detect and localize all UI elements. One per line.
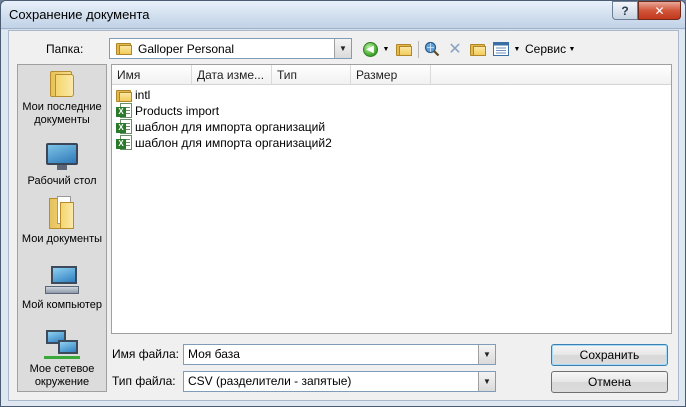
title-bar[interactable]: Сохранение документа ? ✕ (1, 1, 685, 29)
folder-icon (116, 42, 132, 55)
up-folder-button[interactable] (394, 39, 414, 59)
my-documents-icon (48, 196, 76, 230)
filename-label: Имя файла: (112, 347, 179, 361)
folder-combobox[interactable]: Galloper Personal ▼ (109, 38, 352, 59)
dialog-body: Папка: Galloper Personal ▼ ◀ ▼ ✕ ▼ Серви… (8, 30, 679, 401)
close-icon: ✕ (654, 3, 665, 18)
place-my-computer[interactable]: Мой компьютер (18, 266, 106, 312)
list-item-name: Products import (135, 104, 220, 118)
filetype-select[interactable]: CSV (разделители - запятые) ▼ (183, 371, 496, 392)
help-icon: ? (621, 3, 629, 18)
back-arrow-icon: ◀ (362, 41, 378, 57)
excel-file-icon: X (116, 103, 132, 119)
list-item-name: шаблон для импорта организаций2 (135, 136, 332, 150)
place-label: Рабочий стол (27, 175, 97, 187)
place-network[interactable]: Мое сетевое окружение (18, 330, 106, 389)
column-header-name[interactable]: Имя (112, 65, 192, 85)
chevron-down-icon[interactable]: ▼ (478, 372, 495, 391)
globe-search-icon (424, 41, 440, 57)
up-folder-icon (396, 43, 412, 56)
place-my-documents[interactable]: Мои документы (18, 196, 106, 246)
excel-file-icon: X (116, 135, 132, 151)
folder-icon (116, 89, 132, 102)
views-icon (493, 42, 509, 56)
chevron-down-icon[interactable]: ▼ (478, 345, 495, 364)
back-button[interactable]: ◀ (361, 39, 379, 59)
save-button[interactable]: Сохранить (551, 344, 668, 366)
tools-menu-label: Сервис (525, 42, 567, 56)
cancel-button[interactable]: Отмена (551, 371, 668, 393)
new-folder-button[interactable] (468, 39, 488, 59)
column-header-size[interactable]: Размер (351, 65, 431, 85)
chevron-down-icon[interactable]: ▼ (334, 39, 351, 58)
help-button[interactable]: ? (612, 1, 638, 20)
save-dialog-window: Сохранение документа ? ✕ Папка: Galloper… (0, 0, 686, 407)
list-item-name: intl (135, 88, 151, 102)
views-dropdown-icon[interactable]: ▼ (512, 39, 522, 59)
column-header-date-modified[interactable]: Дата изме... (192, 65, 272, 85)
new-folder-icon (470, 43, 486, 56)
search-web-button[interactable] (422, 39, 442, 59)
place-label: Мой компьютер (21, 299, 103, 311)
back-dropdown-icon[interactable]: ▼ (381, 39, 391, 59)
filename-input[interactable] (188, 345, 473, 364)
delete-icon[interactable]: ✕ (445, 39, 465, 59)
list-item[interactable]: X шаблон для импорта организаций2 (116, 135, 332, 151)
recent-documents-icon (48, 68, 76, 98)
column-header-type[interactable]: Тип (272, 65, 351, 85)
my-computer-icon (45, 266, 79, 296)
folder-label: Папка: (46, 42, 84, 56)
place-label: Мое сетевое окружение (29, 363, 95, 388)
list-item-name: шаблон для импорта организаций (135, 120, 326, 134)
list-item[interactable]: X шаблон для импорта организаций (116, 119, 332, 135)
folder-combobox-value: Galloper Personal (138, 41, 235, 56)
file-list[interactable]: Имя Дата изме... Тип Размер intl X Produ… (111, 64, 672, 334)
place-label: Мои документы (21, 233, 103, 245)
place-recent-documents[interactable]: Мои последние документы (18, 68, 106, 127)
excel-file-icon: X (116, 119, 132, 135)
filetype-label: Тип файла: (112, 374, 176, 388)
place-desktop[interactable]: Рабочий стол (18, 142, 106, 188)
file-list-header: Имя Дата изме... Тип Размер (112, 65, 671, 85)
filetype-value: CSV (разделители - запятые) (188, 374, 352, 388)
filename-combobox[interactable]: ▼ (183, 344, 496, 365)
place-label: Мои последние документы (22, 101, 102, 126)
close-button[interactable]: ✕ (638, 1, 681, 20)
places-bar: Мои последние документы Рабочий стол Мои… (17, 64, 107, 392)
list-item[interactable]: X Products import (116, 103, 332, 119)
toolbar-separator (418, 41, 419, 58)
tools-dropdown-icon[interactable]: ▼ (567, 39, 577, 59)
window-title: Сохранение документа (9, 7, 150, 22)
desktop-icon (45, 142, 79, 172)
list-item[interactable]: intl (116, 87, 332, 103)
views-button[interactable] (492, 39, 510, 59)
network-places-icon (44, 330, 80, 360)
